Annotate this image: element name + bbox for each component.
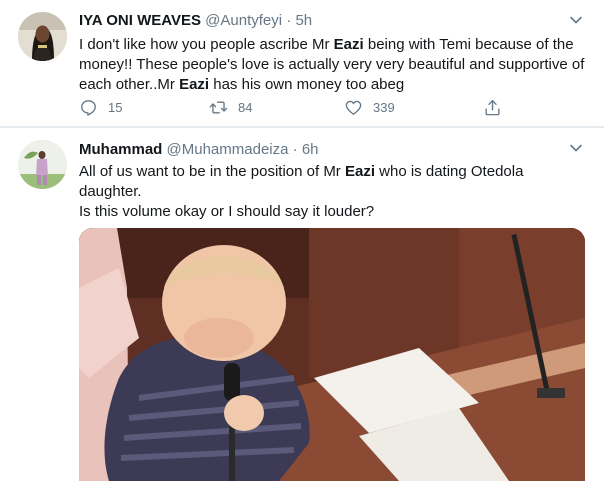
baby-microphone-photo	[79, 228, 585, 481]
tweet-text-line: money!! These people's love is actually …	[79, 56, 585, 73]
retweet-count: 84	[238, 100, 253, 115]
chevron-down-icon[interactable]	[568, 12, 584, 28]
avatar[interactable]	[18, 12, 67, 61]
separator-dot: ·	[286, 12, 292, 29]
display-name[interactable]: Muhammad	[79, 141, 162, 158]
tweet-text-line: All of us want to be in the position of …	[79, 163, 524, 180]
tweet[interactable]: Muhammad @Muhammadeiza · 6h All of us wa…	[0, 128, 604, 481]
tweet-text: All of us want to be in the position of …	[79, 162, 584, 222]
like-button[interactable]: 339	[344, 98, 395, 117]
highlighted-term: Eazi	[344, 163, 375, 180]
user-handle[interactable]: @Muhammadeiza	[167, 141, 289, 158]
share-button[interactable]	[483, 98, 512, 117]
chevron-down-icon[interactable]	[568, 140, 584, 156]
timestamp[interactable]: 6h	[302, 141, 319, 158]
retweet-button[interactable]: 84	[209, 98, 252, 117]
tweet-header: IYA ONI WEAVES @Auntyfeyi · 5h	[79, 12, 312, 29]
tweet-text-line: each other..Mr Eazi has his own money to…	[79, 76, 405, 93]
highlighted-term: Eazi	[179, 76, 210, 93]
like-count: 339	[373, 100, 395, 115]
share-icon	[485, 100, 500, 116]
tweet-text-line: I don't like how you people ascribe Mr E…	[79, 36, 574, 53]
tweet-actions: 15 84 339	[79, 98, 509, 120]
display-name[interactable]: IYA ONI WEAVES	[79, 12, 201, 29]
tweet-image[interactable]	[79, 228, 585, 481]
separator-dot: ·	[292, 141, 298, 158]
highlighted-term: Eazi	[333, 36, 364, 53]
tweet-text: I don't like how you people ascribe Mr E…	[79, 35, 584, 95]
tweet-text-line: Is this volume okay or I should say it l…	[79, 203, 375, 220]
reply-icon	[81, 100, 96, 116]
user-handle[interactable]: @Auntyfeyi	[205, 12, 282, 29]
tweet-header: Muhammad @Muhammadeiza · 6h	[79, 141, 319, 158]
retweet-icon	[209, 101, 228, 114]
reply-button[interactable]: 15	[79, 98, 122, 117]
tweet-text-line: daughter.	[79, 183, 142, 200]
avatar[interactable]	[18, 140, 67, 189]
heart-icon	[345, 100, 362, 115]
timestamp[interactable]: 5h	[295, 12, 312, 29]
tweet[interactable]: IYA ONI WEAVES @Auntyfeyi · 5h I don't l…	[0, 0, 604, 127]
reply-count: 15	[108, 100, 123, 115]
